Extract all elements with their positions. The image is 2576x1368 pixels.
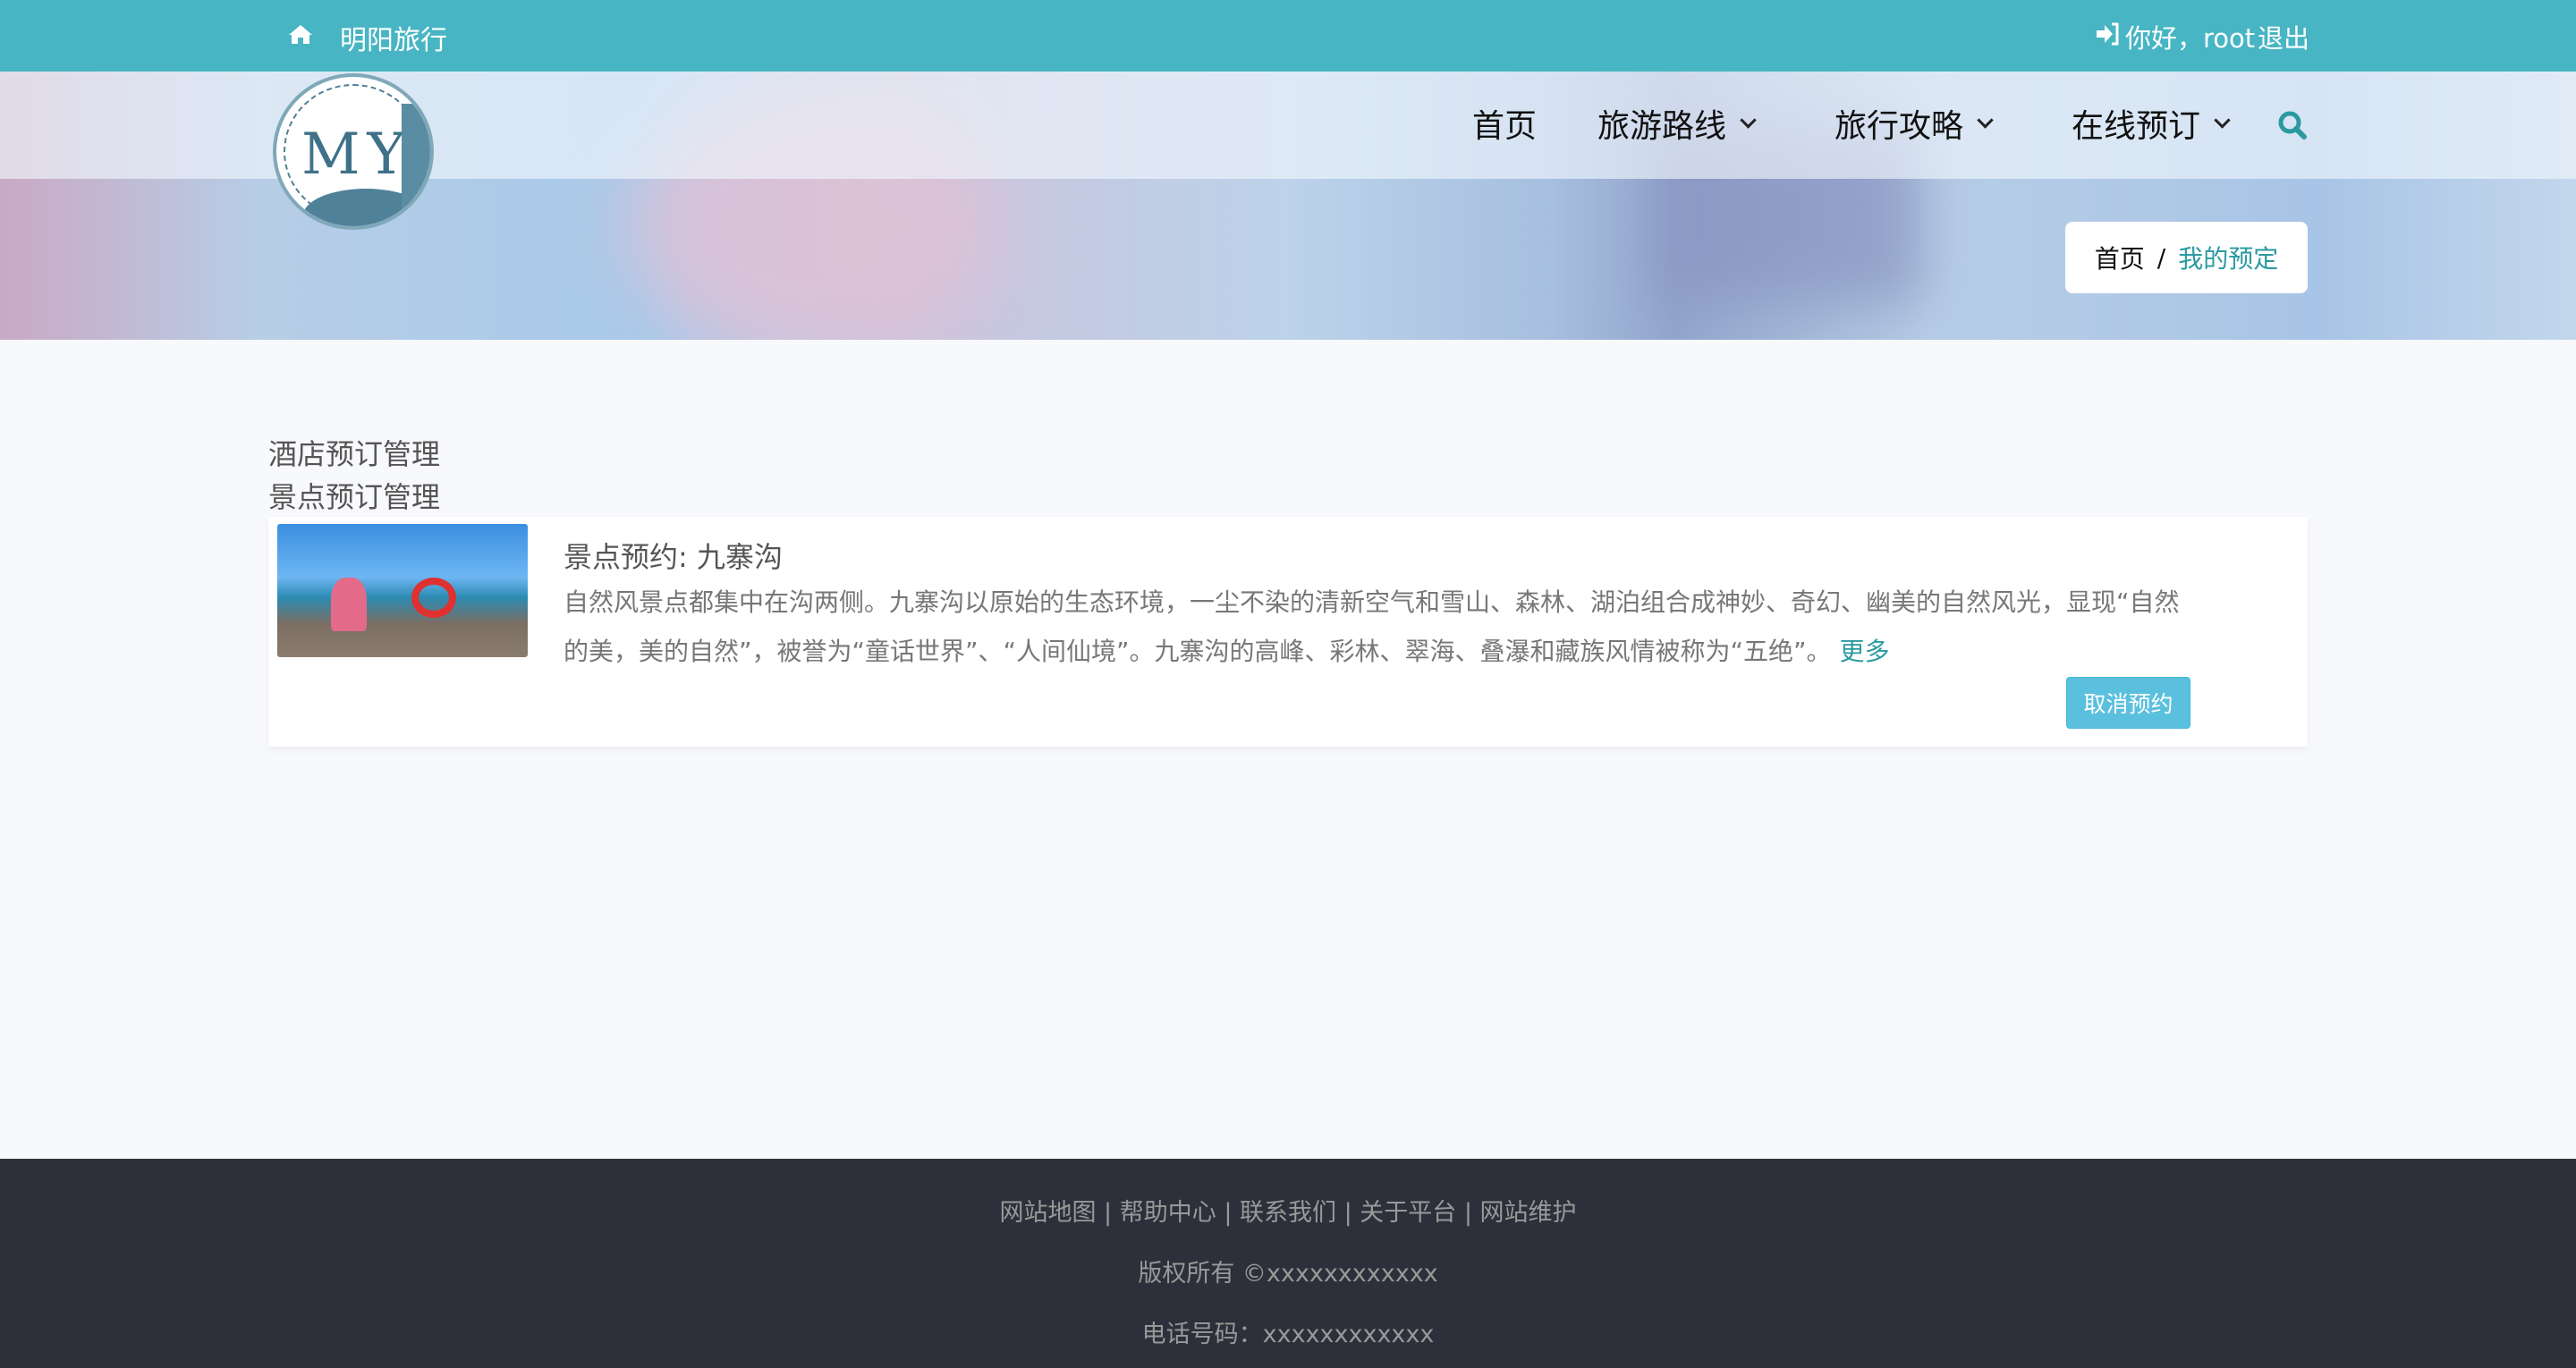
footer-copyright: 版权所有 ©xxxxxxxxxxxx [1138, 1260, 1438, 1288]
nav-label: 旅行攻略 [1835, 108, 1964, 145]
logout-link[interactable]: 退出 [2258, 18, 2309, 55]
cancel-booking-button[interactable]: 取消预约 [2066, 677, 2190, 729]
booking-card: 景点预约: 九寨沟 自然风景点都集中在沟两侧。九寨沟以原始的生态环境，一尘不染的… [268, 517, 2308, 747]
chevron-down-icon [1977, 111, 1994, 129]
chevron-down-icon [2214, 111, 2231, 129]
nav-label: 首页 [1472, 108, 1538, 145]
hotel-booking-link[interactable]: 酒店预订管理 [268, 432, 440, 473]
booking-description-line: 自然风景点都集中在沟两侧。九寨沟以原始的生态环境，一尘不染的清新空气和雪山、森林… [564, 587, 2180, 617]
booking-title: 景点预约: 九寨沟 [564, 540, 783, 574]
scenic-booking-link[interactable]: 景点预订管理 [268, 475, 440, 516]
home-icon[interactable] [288, 23, 313, 45]
sign-in-icon [2097, 22, 2119, 46]
footer-phone: 电话号码：xxxxxxxxxxxx [1141, 1321, 1435, 1348]
chevron-down-icon [1740, 111, 1757, 129]
nav-booking[interactable]: 在线预订 [2072, 100, 2231, 147]
nav-label: 旅游路线 [1597, 108, 1727, 145]
scenic-thumbnail[interactable] [277, 524, 528, 657]
more-link[interactable]: 更多 [1839, 637, 1889, 666]
nav-guides[interactable]: 旅行攻略 [1835, 100, 1994, 147]
nav-label: 在线预订 [2072, 108, 2201, 145]
breadcrumb-current: 我的预定 [2178, 244, 2279, 274]
breadcrumb: 首页 / 我的预定 [2065, 222, 2308, 293]
breadcrumb-separator: / [2157, 242, 2166, 273]
footer-links[interactable]: 网站地图 | 帮助中心 | 联系我们 | 关于平台 | 网站维护 [0, 1193, 2576, 1228]
footer: 网站地图 | 帮助中心 | 联系我们 | 关于平台 | 网站维护 版权所有 ©x… [0, 1159, 2576, 1368]
brand-link[interactable]: 明阳旅行 [340, 18, 447, 57]
search-icon[interactable] [2277, 110, 2308, 140]
nav-home[interactable]: 首页 [1472, 100, 1537, 147]
booking-description-line: 的美，美的自然”，被誉为“童话世界”、“人间仙境”。九寨沟的高峰、彩林、翠海、叠… [564, 637, 1890, 666]
top-bar: 明阳旅行 你好，root 退出 [0, 0, 2576, 72]
user-greeting: 你好，root [2125, 23, 2256, 54]
site-logo[interactable]: MY [273, 73, 434, 230]
breadcrumb-home[interactable]: 首页 [2095, 240, 2145, 275]
nav-routes[interactable]: 旅游路线 [1597, 100, 1757, 147]
